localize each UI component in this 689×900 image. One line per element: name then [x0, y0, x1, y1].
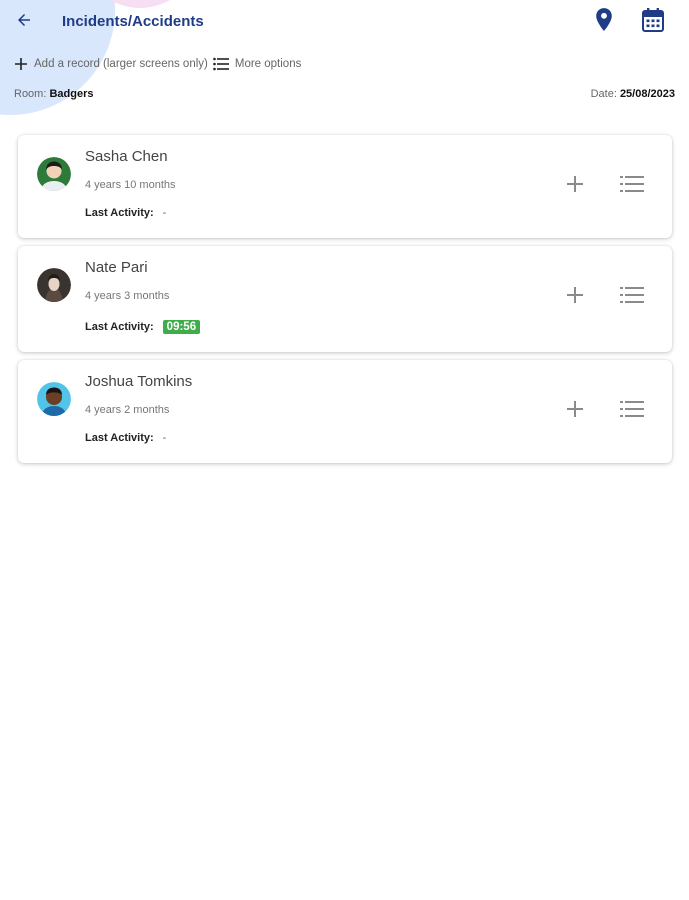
last-activity: Last Activity: -	[85, 207, 166, 219]
toolbar: Add a record (larger screens only) More …	[14, 55, 301, 73]
plus-icon	[566, 286, 584, 309]
page-title: Incidents/Accidents	[62, 13, 204, 30]
add-record-label: Add a record (larger screens only)	[34, 58, 208, 70]
list-icon	[620, 400, 644, 423]
last-activity-label: Last Activity:	[85, 432, 154, 444]
room-info: Room: Badgers	[14, 88, 94, 100]
child-card[interactable]: Nate Pari 4 years 3 months Last Activity…	[18, 246, 672, 352]
plus-icon	[566, 400, 584, 423]
page: Incidents/Accidents Add a record (larger…	[0, 0, 689, 900]
add-record-button[interactable]	[564, 286, 586, 308]
child-age: 4 years 3 months	[85, 290, 170, 302]
calendar-button[interactable]	[640, 7, 666, 38]
more-options-label: More options	[234, 58, 302, 70]
list-icon	[620, 175, 644, 198]
more-options-button[interactable]: More options	[213, 57, 301, 71]
avatar	[37, 157, 71, 191]
room-label: Room:	[14, 88, 47, 100]
list-icon	[213, 57, 229, 71]
child-card[interactable]: Sasha Chen 4 years 10 months Last Activi…	[18, 135, 672, 238]
calendar-icon	[641, 7, 665, 38]
add-record-button[interactable]: Add a record (larger screens only)	[14, 57, 208, 71]
location-button[interactable]	[591, 7, 617, 38]
back-button[interactable]	[12, 10, 36, 34]
app-header: Incidents/Accidents	[0, 0, 689, 44]
list-icon	[620, 286, 644, 309]
last-activity: Last Activity: -	[85, 432, 166, 444]
last-activity: Last Activity: 09:56	[85, 320, 201, 334]
child-name: Sasha Chen	[85, 148, 168, 165]
avatar	[37, 382, 71, 416]
date-label: Date:	[590, 88, 617, 100]
last-activity-value: -	[162, 207, 167, 219]
date-value: 25/08/2023	[619, 88, 675, 100]
child-card[interactable]: Joshua Tomkins 4 years 2 months Last Act…	[18, 360, 672, 463]
date-info: Date: 25/08/2023	[591, 88, 675, 100]
options-menu-button[interactable]	[619, 400, 645, 422]
plus-icon	[14, 57, 28, 71]
arrow-left-icon	[15, 11, 33, 34]
last-activity-label: Last Activity:	[85, 321, 154, 333]
map-pin-icon	[593, 7, 615, 38]
child-name: Nate Pari	[85, 259, 148, 276]
plus-icon	[566, 175, 584, 198]
last-activity-time-badge: 09:56	[162, 320, 201, 334]
add-record-button[interactable]	[564, 175, 586, 197]
child-age: 4 years 2 months	[85, 404, 170, 416]
room-value: Badgers	[49, 88, 94, 100]
options-menu-button[interactable]	[619, 286, 645, 308]
last-activity-label: Last Activity:	[85, 207, 154, 219]
last-activity-value: -	[162, 432, 167, 444]
avatar	[37, 268, 71, 302]
add-record-button[interactable]	[564, 400, 586, 422]
child-name: Joshua Tomkins	[85, 373, 193, 390]
child-age: 4 years 10 months	[85, 179, 176, 191]
options-menu-button[interactable]	[619, 175, 645, 197]
children-list: Sasha Chen 4 years 10 months Last Activi…	[18, 135, 672, 471]
